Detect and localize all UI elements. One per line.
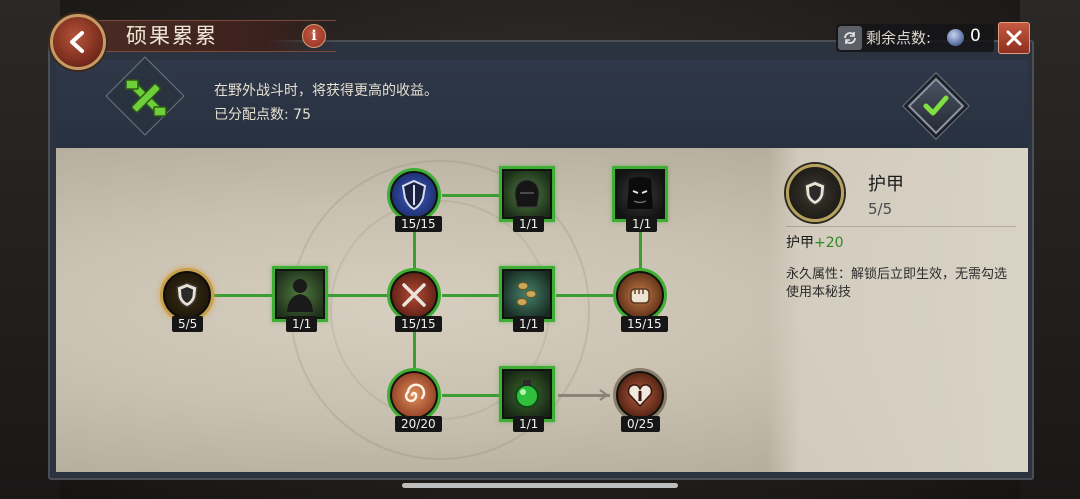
skill-description: 在野外战斗时，将获得更高的收益。 (214, 83, 438, 99)
refresh-icon (844, 32, 856, 44)
stat-label: 护甲 (786, 235, 814, 251)
dark-helmet-node-level: 1/1 (513, 216, 545, 232)
armor-node[interactable] (160, 268, 214, 322)
green-orb-node-level: 1/1 (513, 416, 545, 432)
arrow-right-icon (599, 389, 609, 401)
blue-shield-icon (401, 179, 427, 211)
crossed-tools-icon (118, 70, 174, 126)
checkmark-icon (916, 86, 956, 126)
connector-face-fist (639, 226, 642, 270)
home-indicator (402, 483, 678, 488)
connector-shield-helmet (442, 194, 502, 197)
connector-spiral-orb (442, 394, 502, 397)
chevron-left-icon (70, 31, 84, 53)
skill-point-icon (947, 29, 964, 46)
selected-skill-stat: 护甲+20 (786, 232, 844, 252)
shadow-figure-node[interactable] (272, 266, 328, 322)
selected-skill-level: 5/5 (868, 200, 893, 218)
connector-shadow-swords (328, 294, 388, 297)
shadow-figure-node-level: 1/1 (286, 316, 318, 332)
crossed-swords-node[interactable] (387, 268, 441, 322)
spiral-icon (404, 383, 426, 403)
selected-skill-icon (786, 164, 844, 222)
crossed-swords-icon (402, 283, 426, 307)
heart-icon (627, 384, 653, 408)
green-orb-node[interactable] (499, 366, 555, 422)
stat-value: +20 (814, 235, 844, 251)
coins-node-level: 1/1 (513, 316, 545, 332)
allocated-points: 已分配点数: 75 (214, 107, 311, 123)
connector-swords-coins (442, 294, 502, 297)
coins-icon (516, 282, 537, 306)
face-icon (627, 177, 653, 209)
reset-button[interactable] (838, 26, 862, 50)
shield-icon (804, 180, 826, 206)
dark-face-node[interactable] (612, 166, 668, 222)
skill-banner (56, 60, 1028, 148)
blue-shield-node-level: 15/15 (395, 216, 442, 232)
selected-skill-description: 永久属性：解锁后立即生效，无需勾选使用本秘技 (786, 267, 1008, 300)
page-title: 硕果累累 (126, 24, 218, 48)
spiral-node[interactable] (387, 368, 441, 422)
close-button[interactable] (998, 22, 1030, 54)
remaining-points-value: 0 (970, 26, 981, 46)
crossed-swords-node-level: 15/15 (395, 316, 442, 332)
back-button[interactable] (50, 14, 106, 70)
close-icon (1006, 30, 1022, 46)
silhouette-icon (287, 279, 313, 312)
coins-node[interactable] (499, 266, 555, 322)
shield-icon (176, 282, 198, 308)
dark-face-node-level: 1/1 (626, 216, 658, 232)
fist-icon (630, 288, 650, 304)
connector-armor-shadow (214, 294, 274, 297)
detail-divider (786, 226, 1016, 227)
heart-node-level: 0/25 (621, 416, 660, 432)
fist-node[interactable] (613, 268, 667, 322)
fist-node-level: 15/15 (621, 316, 668, 332)
potion-icon (515, 380, 539, 408)
armor-node-level: 5/5 (172, 316, 204, 332)
helmet-icon (514, 179, 540, 208)
dark-helmet-node[interactable] (499, 166, 555, 222)
spiral-node-level: 20/20 (395, 416, 442, 432)
heart-node[interactable] (613, 368, 667, 422)
blue-shield-node[interactable] (387, 168, 441, 222)
info-button[interactable]: i (302, 24, 326, 48)
connector-coins-fist (556, 294, 614, 297)
remaining-points-label: 剩余点数: (866, 29, 932, 47)
selected-skill-title: 护甲 (868, 174, 904, 195)
